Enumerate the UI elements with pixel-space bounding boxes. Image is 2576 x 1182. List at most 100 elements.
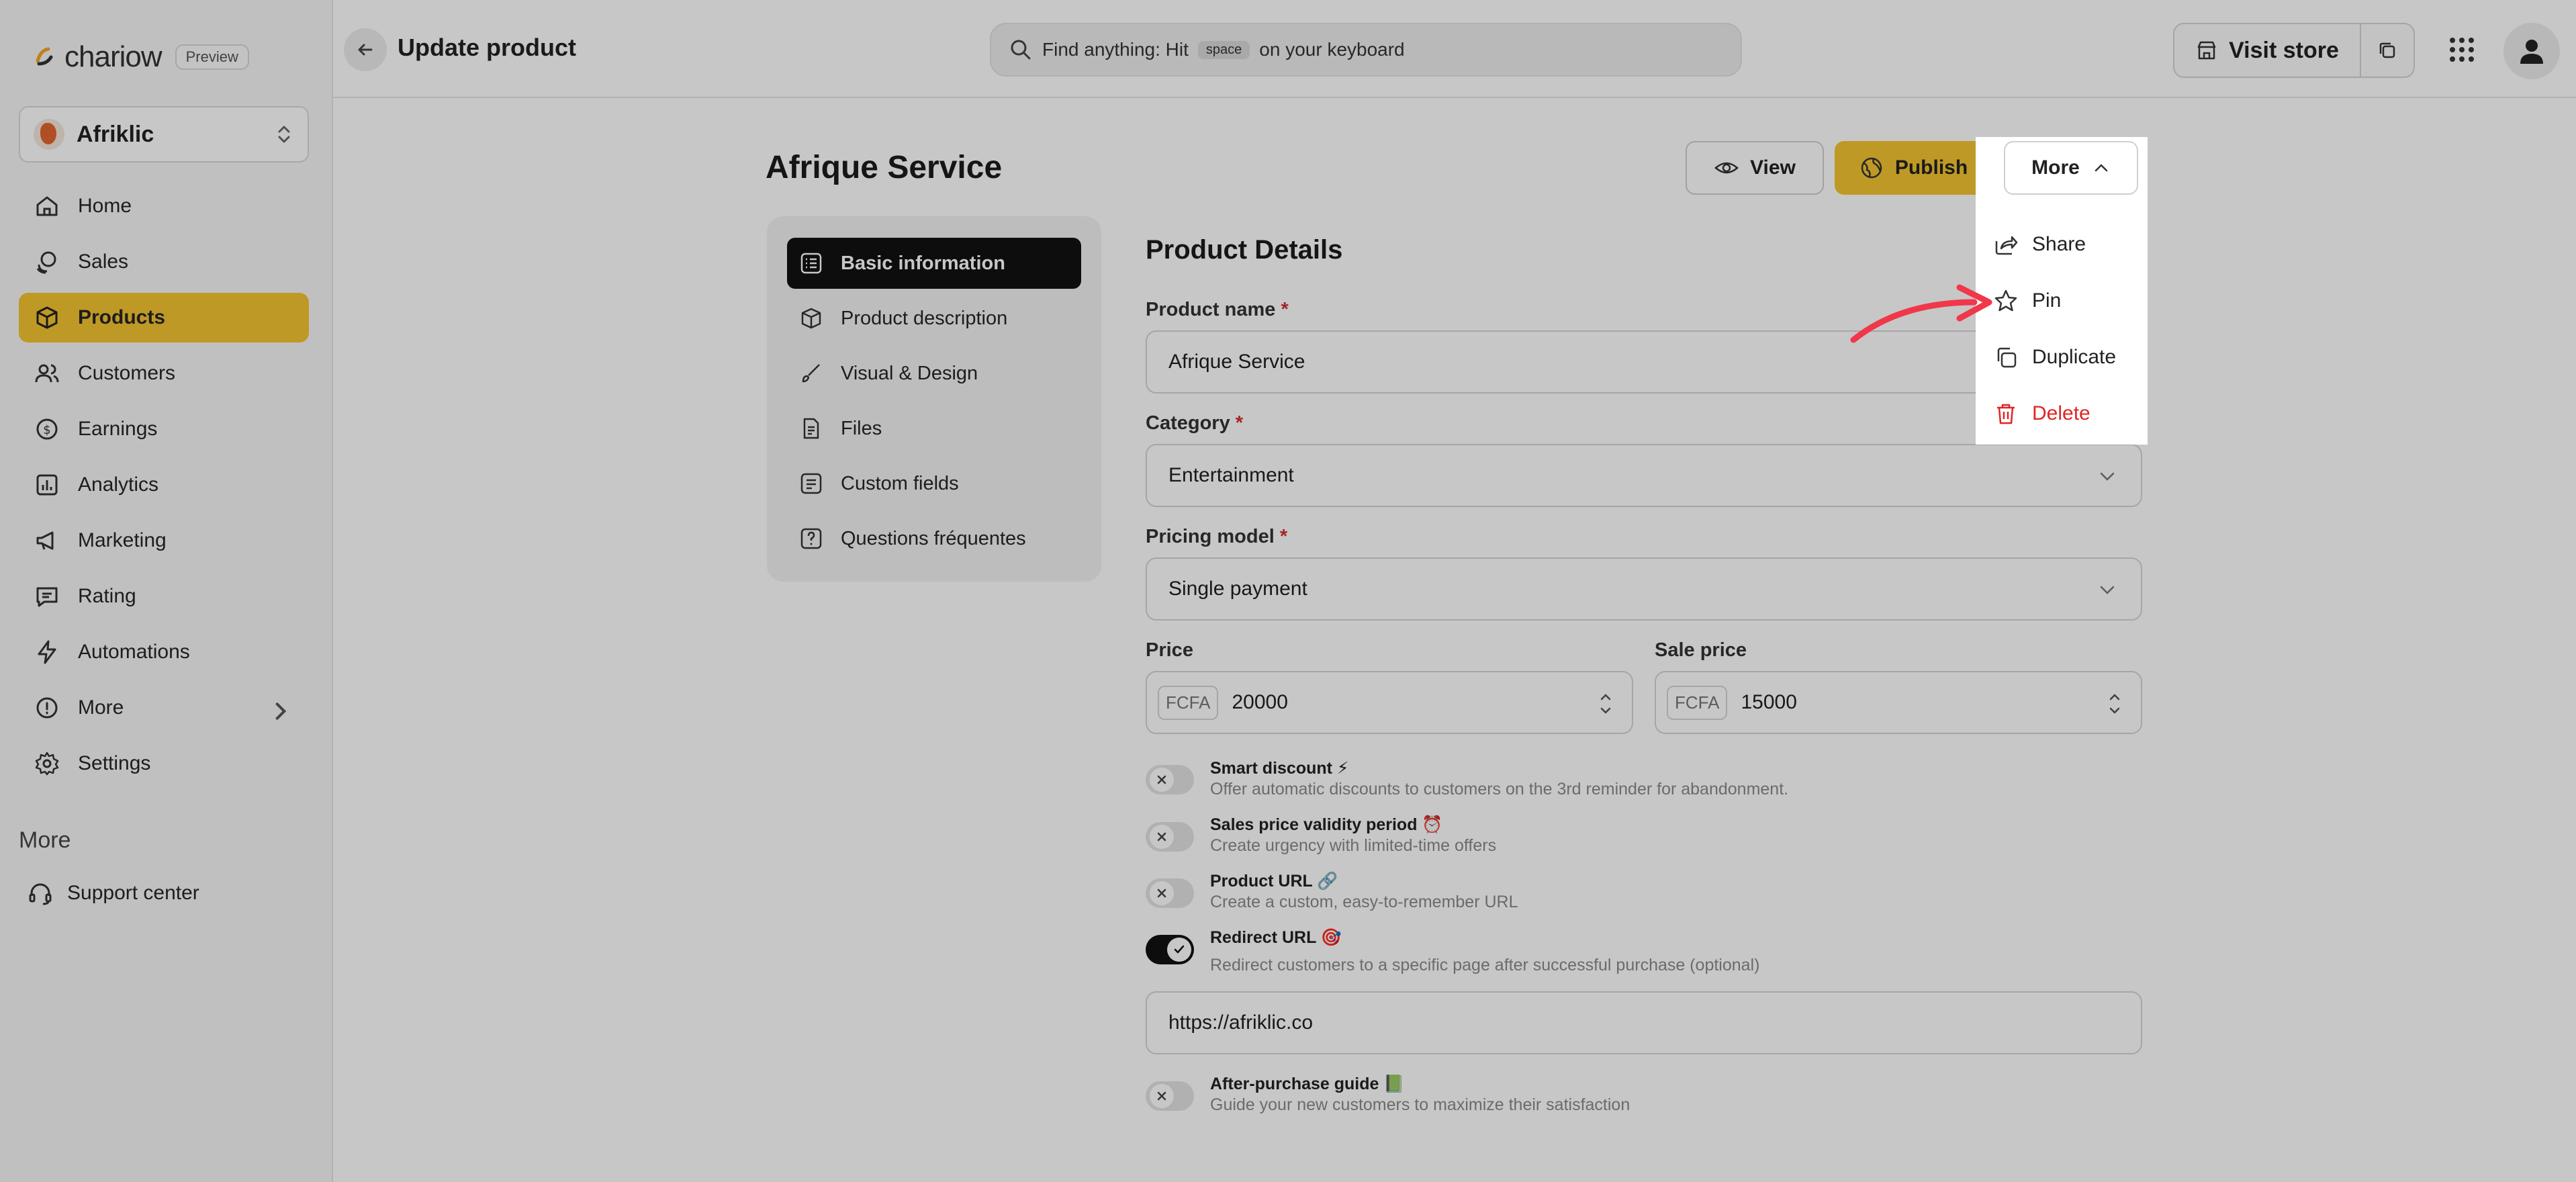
preview-badge: Preview [175, 44, 249, 70]
x-icon [1157, 832, 1166, 842]
sale-price-currency: FCFA [1667, 685, 1728, 720]
sidebar-item-earnings[interactable]: $ Earnings [19, 404, 309, 454]
more-menu: Share Pin Duplicate Delete [1976, 216, 2148, 442]
tab-label: Custom fields [841, 472, 959, 494]
stepper-icon[interactable] [2106, 687, 2123, 721]
search-bar[interactable]: Find anything: Hit space on your keyboar… [990, 23, 1742, 77]
sidebar-item-rating[interactable]: Rating [19, 572, 309, 621]
tab-custom-fields[interactable]: Custom fields [787, 458, 1081, 509]
publish-button[interactable]: Publish [1835, 141, 1992, 195]
bar-chart-icon [36, 474, 58, 496]
store-selector[interactable]: Afriklic [19, 106, 309, 163]
sidebar-item-label: Sales [78, 251, 129, 273]
after-purchase-guide-row: After-purchase guide 📗 Guide your new cus… [1146, 1075, 2142, 1115]
tab-visual-design[interactable]: Visual & Design [787, 348, 1081, 399]
copy-icon [2379, 42, 2395, 58]
menu-item-share[interactable]: Share [1976, 216, 2148, 273]
tab-questions-frequentes[interactable]: Questions fréquentes [787, 513, 1081, 564]
smart-discount-toggle[interactable] [1146, 765, 1194, 794]
svg-text:$: $ [43, 423, 50, 437]
sidebar-item-analytics[interactable]: Analytics [19, 460, 309, 510]
headset-icon [29, 883, 52, 905]
tab-label: Questions fréquentes [841, 527, 1026, 549]
megaphone-icon [36, 531, 54, 550]
publish-label: Publish [1894, 156, 1968, 179]
pricing-model-select[interactable]: Single payment [1146, 557, 2142, 621]
sidebar-item-label: Customers [78, 362, 176, 384]
copy-store-link-button[interactable] [2360, 23, 2415, 78]
sidebar-item-customers[interactable]: Customers [19, 349, 309, 398]
file-icon [803, 418, 819, 439]
menu-item-delete[interactable]: Delete [1976, 385, 2148, 442]
x-icon [1157, 775, 1166, 784]
x-icon [1157, 889, 1166, 898]
price-currency: FCFA [1158, 685, 1219, 720]
question-icon [800, 528, 822, 549]
sidebar: chariow Preview Afriklic Home Sales Prod… [0, 0, 333, 1182]
sale-price-input[interactable]: FCFA 15000 [1655, 671, 2142, 734]
visit-store-button[interactable]: Visit store [2173, 23, 2361, 78]
sidebar-item-marketing[interactable]: Marketing [19, 516, 309, 565]
sidebar-nav: Home Sales Products Customers $ Earnings… [19, 181, 309, 794]
box-icon [801, 308, 821, 329]
tab-label: Basic information [841, 252, 1005, 274]
gear-icon [35, 752, 59, 776]
chevron-up-down-icon [278, 126, 290, 143]
sidebar-item-products[interactable]: Products [19, 293, 309, 343]
sidebar-item-label: Earnings [78, 418, 158, 440]
sales-price-validity-toggle[interactable] [1146, 822, 1194, 852]
store-avatar [34, 119, 64, 150]
top-bar: Update product Find anything: Hit space … [333, 0, 2576, 98]
globe-icon [1861, 157, 1882, 179]
home-icon [36, 196, 58, 216]
after-purchase-guide-toggle[interactable] [1146, 1081, 1194, 1111]
tab-product-description[interactable]: Product description [787, 293, 1081, 344]
back-button[interactable] [344, 28, 387, 71]
sidebar-item-label: Products [78, 306, 166, 328]
annotation-arrow-icon [1850, 284, 1992, 343]
chevron-down-icon [2100, 472, 2115, 481]
tab-basic-information[interactable]: Basic information [787, 238, 1081, 289]
sidebar-item-settings[interactable]: Settings [19, 739, 309, 788]
chariow-logo-icon [31, 44, 58, 71]
support-center-label: Support center [67, 882, 199, 904]
sidebar-item-more[interactable]: More [19, 683, 309, 733]
view-label: View [1750, 156, 1796, 179]
view-button[interactable]: View [1686, 141, 1824, 195]
category-select[interactable]: Entertainment [1146, 444, 2142, 507]
tab-files[interactable]: Files [787, 403, 1081, 454]
search-prefix: Find anything: Hit [1042, 39, 1189, 60]
sidebar-item-sales[interactable]: Sales [19, 237, 309, 287]
redirect-url-toggle[interactable] [1146, 935, 1194, 964]
apps-grid-icon[interactable] [2447, 35, 2477, 64]
menu-item-pin[interactable]: Pin [1976, 273, 2148, 329]
price-label: Price [1146, 639, 1193, 661]
sidebar-item-automations[interactable]: Automations [19, 627, 309, 677]
sidebar-item-label: Home [78, 195, 132, 217]
price-input[interactable]: FCFA 20000 [1146, 671, 1633, 734]
redirect-url-input[interactable]: https://afriklic.co [1146, 991, 2142, 1054]
sales-price-validity-row: Sales price validity period ⏰ Create urge… [1146, 815, 2142, 856]
sidebar-item-label: Analytics [78, 473, 159, 496]
search-suffix: on your keyboard [1259, 39, 1405, 60]
redirect-url-row: Redirect URL 🎯 Redirect customers to a sp… [1146, 928, 2142, 975]
sidebar-section-label: More [19, 827, 71, 853]
box-icon [36, 306, 58, 329]
page-header-title: Update product [398, 34, 576, 61]
product-url-toggle[interactable] [1146, 878, 1194, 908]
product-tabs: Basic information Product description Vi… [767, 216, 1101, 582]
menu-item-duplicate[interactable]: Duplicate [1976, 329, 2148, 385]
brand-logo[interactable]: chariow Preview [31, 40, 249, 74]
stepper-icon[interactable] [1597, 687, 1614, 721]
user-avatar-button[interactable] [2503, 23, 2560, 79]
user-icon [2520, 40, 2543, 64]
sidebar-item-home[interactable]: Home [19, 181, 309, 231]
sale-price-label: Sale price [1655, 639, 1747, 661]
sidebar-item-label: Marketing [78, 529, 167, 551]
chevron-up-icon [2095, 164, 2108, 172]
x-icon [1157, 1091, 1166, 1101]
more-button[interactable]: More [2004, 141, 2138, 195]
sidebar-item-support-center[interactable]: Support center [27, 880, 199, 907]
sidebar-item-label: More [78, 696, 124, 719]
pricing-model-label: Pricing model * [1146, 526, 1288, 547]
